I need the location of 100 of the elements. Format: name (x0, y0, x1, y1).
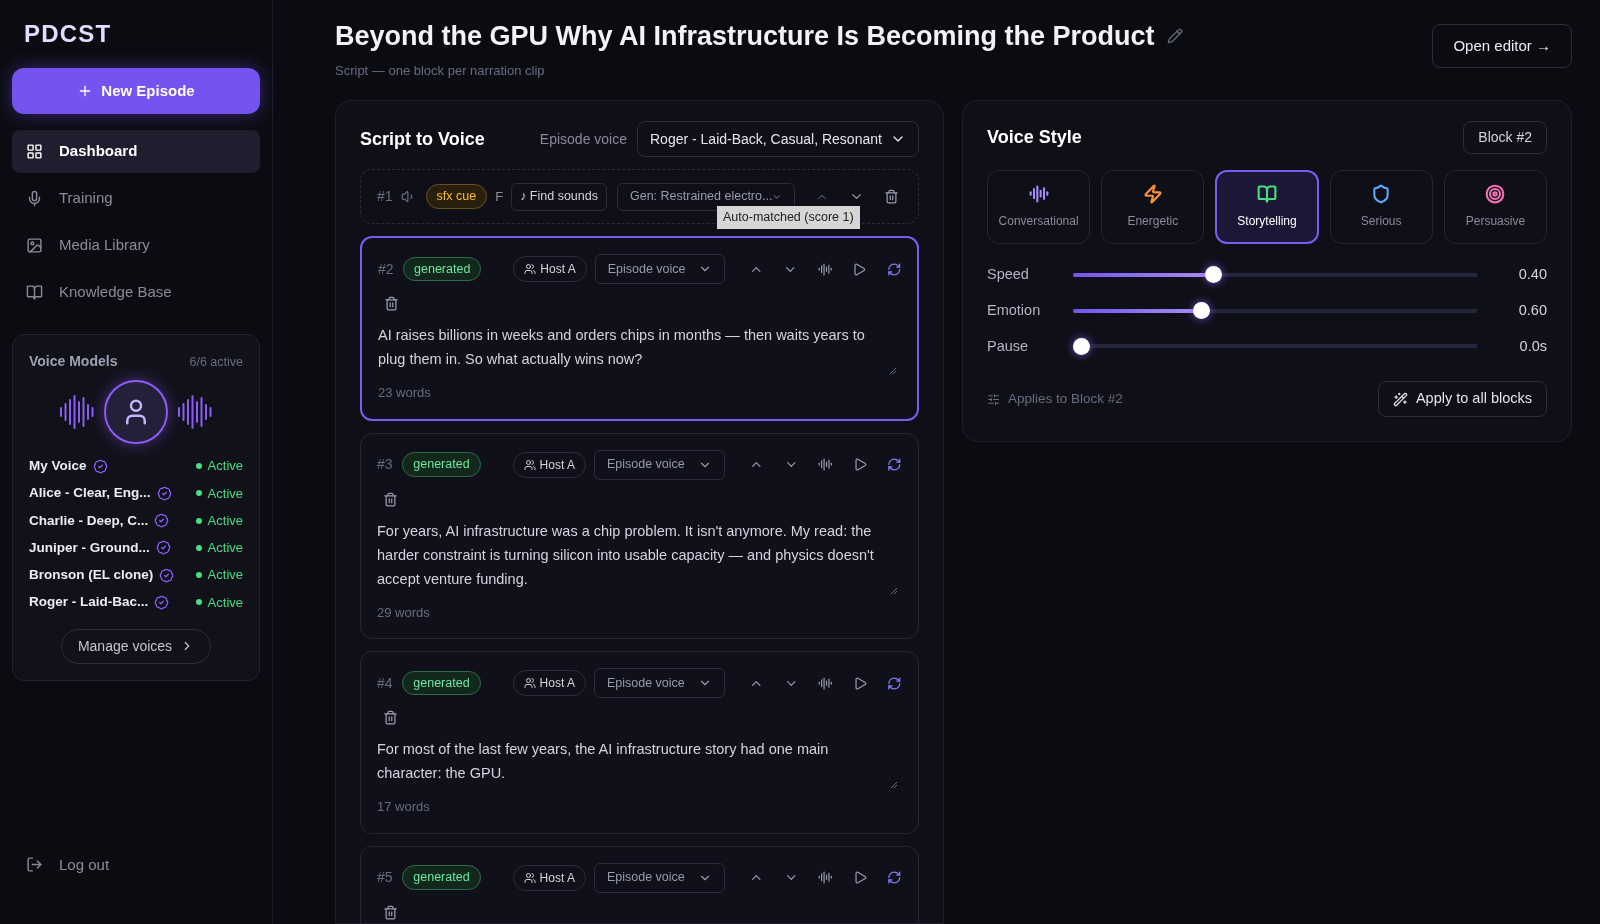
tooltip: Auto-matched (score 1) (717, 206, 860, 229)
style-preset[interactable]: Serious (1329, 170, 1433, 244)
people-icon (523, 458, 536, 471)
slider-value: 0.60 (1517, 300, 1547, 320)
image-icon (26, 237, 43, 254)
word-count: 17 words (377, 798, 431, 816)
waveform-icon[interactable] (818, 675, 833, 691)
voice-status: Active (207, 566, 243, 585)
active-count: 6/6 active (189, 354, 243, 371)
waveform-icon (58, 394, 96, 430)
nav-item[interactable]: Knowledge Base (12, 271, 260, 314)
script-text-field[interactable]: For most of the last few years, the AI infrastructure story had one main character: the GPU. (377, 737, 902, 789)
slider-label: Emotion (987, 300, 1042, 320)
block-number: #4 (377, 673, 394, 693)
find-sounds-button[interactable]: ♪ Find sounds (511, 182, 607, 211)
book-icon (26, 284, 43, 301)
slider-thumb[interactable] (1073, 337, 1090, 355)
style-preset[interactable]: Conversational (987, 170, 1091, 244)
logout-icon (26, 856, 43, 874)
delete-icon[interactable] (883, 189, 899, 204)
voice-status: Active (207, 511, 243, 530)
voice-status: Active (207, 484, 243, 503)
delete-icon[interactable] (383, 491, 398, 507)
resize-handle-icon (889, 367, 897, 375)
new-episode-button[interactable]: New Episode (12, 68, 260, 114)
regenerate-icon[interactable] (887, 457, 902, 472)
voice-name: Juniper - Ground... (29, 538, 150, 557)
app-logo: PDCST (23, 19, 113, 49)
style-preset[interactable]: Energetic (1101, 170, 1205, 244)
waveform-icon[interactable] (818, 457, 833, 472)
cut-text: F (495, 187, 504, 206)
sfx-badge: sfx cue (425, 184, 488, 209)
subtitle: Script — one block per narration clip (335, 61, 546, 80)
apply-all-button[interactable]: Apply to all blocks (1377, 381, 1547, 418)
slider-thumb[interactable] (1192, 302, 1210, 320)
waveform-icon[interactable] (817, 261, 833, 277)
voice-status: Active (207, 593, 243, 612)
voice-select[interactable]: Episode voice (594, 254, 725, 284)
verified-icon (159, 567, 175, 583)
regenerate-icon[interactable] (887, 675, 902, 691)
voice-name: My Voice (29, 457, 87, 475)
open-editor-button[interactable]: Open editor → (1432, 24, 1572, 68)
regenerate-icon[interactable] (886, 261, 901, 277)
block-badge: Block #2 (1463, 121, 1547, 154)
avatar-icon (104, 380, 168, 444)
voice-name: Bronson (EL clone) (29, 566, 154, 584)
people-icon (523, 871, 536, 884)
resize-handle-icon (890, 586, 898, 595)
status-badge: generated (402, 865, 481, 890)
script-text-field[interactable]: AI raises billions in weeks and orders chips in months — then waits years to plug them in. So what actually wins now? (378, 323, 901, 375)
script-text-field[interactable]: For years, AI infrastructure was a chip problem. It isn't anymore. My read: the harder constraint is turning silicon into usable capacity — and physics doesn't accept venture funding. (377, 518, 902, 595)
episode-voice-select[interactable]: Roger - Laid-Back, Casual, Resonant (637, 121, 919, 157)
verified-icon (154, 513, 170, 529)
microphone-icon (26, 190, 43, 207)
play-icon[interactable] (852, 261, 867, 277)
status-badge: generated (403, 256, 482, 282)
panel-title: Voice Style (987, 126, 1082, 149)
voice-name: Roger - Laid-Bac... (29, 593, 149, 612)
voice-select[interactable]: Episode voice (593, 449, 726, 480)
people-icon (524, 263, 537, 275)
people-icon (523, 677, 536, 689)
nav-item[interactable]: Training (12, 177, 260, 220)
waveform-icon[interactable] (818, 870, 833, 885)
voice-name: Charlie - Deep, C... (29, 511, 149, 530)
sliders-icon (987, 392, 1000, 406)
voice-status: Active (207, 457, 243, 476)
play-icon[interactable] (852, 457, 868, 472)
voice-select[interactable]: Episode voice (593, 668, 726, 698)
block-number: #3 (377, 455, 394, 474)
slider-thumb[interactable] (1204, 266, 1222, 284)
episode-title: Beyond the GPU Why AI Infrastructure Is Becoming the Product (335, 20, 1155, 53)
panel-title: Script to Voice (360, 127, 485, 151)
block-number: #1 (377, 187, 393, 206)
delete-icon[interactable] (383, 904, 398, 920)
nav-item[interactable]: Dashboard (12, 130, 260, 173)
verified-icon (155, 540, 171, 556)
delete-icon[interactable] (384, 296, 399, 311)
status-badge: generated (402, 452, 481, 477)
slider-value: 0.0s (1518, 336, 1547, 356)
nav-item[interactable]: Media Library (12, 224, 260, 267)
delete-icon[interactable] (383, 710, 398, 725)
verified-icon (156, 485, 172, 501)
slider-label: Speed (987, 265, 1030, 284)
waveform-icon (176, 394, 214, 430)
voice-status: Active (207, 539, 243, 558)
style-preset[interactable]: Persuasive (1443, 170, 1547, 244)
voice-select[interactable]: Episode voice (593, 862, 726, 893)
grid-icon (26, 143, 43, 160)
verified-icon (92, 458, 108, 474)
magic-wand-icon (1392, 391, 1408, 407)
block-number: #2 (378, 259, 395, 279)
applies-note: Applies to Block #2 (1008, 390, 1123, 409)
regenerate-icon[interactable] (887, 870, 902, 885)
edit-icon[interactable] (1166, 28, 1183, 45)
status-badge: generated (402, 670, 481, 696)
play-icon[interactable] (852, 870, 868, 885)
play-icon[interactable] (852, 675, 868, 691)
style-preset[interactable]: Storytelling (1215, 170, 1319, 244)
logout-button[interactable]: Log out (12, 853, 260, 876)
voice-label: Episode voice (539, 129, 627, 149)
